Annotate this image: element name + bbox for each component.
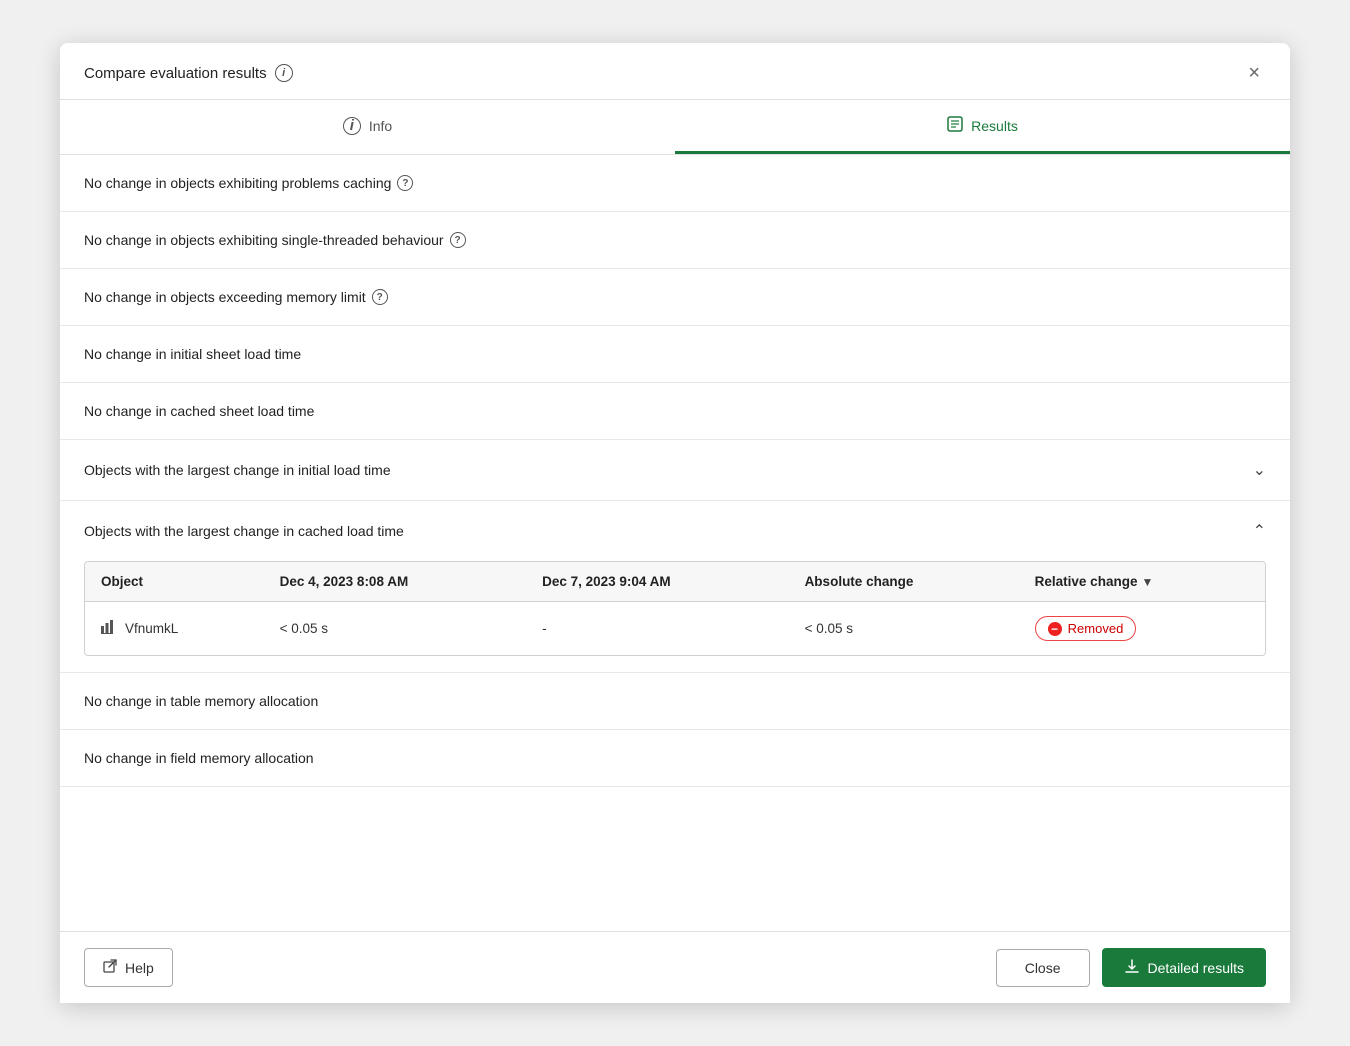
section-memory-limit[interactable]: No change in objects exceeding memory li…: [60, 269, 1290, 326]
sort-desc-icon: ▼: [1141, 575, 1153, 589]
tab-info[interactable]: i Info: [60, 100, 675, 154]
cell-relative: Removed: [1019, 602, 1265, 656]
section-table-memory[interactable]: No change in table memory allocation: [60, 673, 1290, 730]
col-object: Object: [85, 562, 264, 602]
help-icon-memory-limit[interactable]: ?: [372, 289, 388, 305]
dialog-header: Compare evaluation results i ×: [60, 43, 1290, 100]
close-button[interactable]: Close: [996, 949, 1090, 987]
section-cached-load-text: No change in cached sheet load time: [84, 403, 314, 419]
results-tab-label: Results: [971, 118, 1018, 134]
info-tab-label: Info: [369, 118, 392, 134]
cell-absolute: < 0.05 s: [789, 602, 1019, 656]
section-largest-cached-header[interactable]: Objects with the largest change in cache…: [60, 501, 1290, 561]
close-icon[interactable]: ×: [1242, 61, 1266, 85]
title-text: Compare evaluation results: [84, 65, 267, 82]
chevron-up-icon: ⌃: [1253, 521, 1266, 541]
cell-object: VfnumkL: [85, 602, 264, 656]
section-memory-limit-text: No change in objects exceeding memory li…: [84, 289, 388, 305]
section-field-memory-text: No change in field memory allocation: [84, 750, 314, 766]
section-initial-load[interactable]: No change in initial sheet load time: [60, 326, 1290, 383]
col-date1: Dec 4, 2023 8:08 AM: [264, 562, 526, 602]
section-single-threaded[interactable]: No change in objects exhibiting single-t…: [60, 212, 1290, 269]
help-icon-caching[interactable]: ?: [397, 175, 413, 191]
download-icon: [1124, 958, 1140, 977]
col-relative[interactable]: Relative change ▼: [1019, 562, 1265, 602]
results-tab-icon: [947, 116, 963, 135]
chart-bar-icon: [101, 620, 117, 637]
section-largest-initial[interactable]: Objects with the largest change in initi…: [60, 440, 1290, 501]
section-problems-caching[interactable]: No change in objects exhibiting problems…: [60, 155, 1290, 212]
section-table-memory-text: No change in table memory allocation: [84, 693, 318, 709]
tab-results[interactable]: Results: [675, 100, 1290, 154]
col-absolute: Absolute change: [789, 562, 1019, 602]
cell-date1: < 0.05 s: [264, 602, 526, 656]
title-info-icon[interactable]: i: [275, 64, 293, 82]
section-initial-load-text: No change in initial sheet load time: [84, 346, 301, 362]
table-header-row: Object Dec 4, 2023 8:08 AM Dec 7, 2023 9…: [85, 562, 1265, 602]
detailed-results-button[interactable]: Detailed results: [1102, 948, 1267, 987]
info-tab-icon: i: [343, 117, 361, 135]
section-largest-cached-text: Objects with the largest change in cache…: [84, 523, 404, 539]
removed-dot-icon: [1048, 622, 1062, 636]
cached-load-table: Object Dec 4, 2023 8:08 AM Dec 7, 2023 9…: [84, 561, 1266, 656]
help-icon-single-threaded[interactable]: ?: [450, 232, 466, 248]
section-field-memory[interactable]: No change in field memory allocation: [60, 730, 1290, 787]
section-cached-load[interactable]: No change in cached sheet load time: [60, 383, 1290, 440]
footer-actions: Close Detailed results: [996, 948, 1266, 987]
section-problems-caching-text: No change in objects exhibiting problems…: [84, 175, 413, 191]
dialog-footer: Help Close Detailed results: [60, 931, 1290, 1003]
section-single-threaded-text: No change in objects exhibiting single-t…: [84, 232, 466, 248]
help-button[interactable]: Help: [84, 948, 173, 987]
col-date2: Dec 7, 2023 9:04 AM: [526, 562, 788, 602]
removed-badge: Removed: [1035, 616, 1137, 641]
external-link-icon: [103, 959, 117, 976]
dialog-title: Compare evaluation results i: [84, 64, 293, 82]
table-row: VfnumkL < 0.05 s - < 0.05 s Removed: [85, 602, 1265, 656]
chevron-down-icon: ⌄: [1253, 460, 1266, 480]
content-area: No change in objects exhibiting problems…: [60, 155, 1290, 931]
section-largest-initial-text: Objects with the largest change in initi…: [84, 462, 391, 478]
compare-dialog: Compare evaluation results i × i Info Re…: [60, 43, 1290, 1003]
section-largest-cached: Objects with the largest change in cache…: [60, 501, 1290, 673]
tab-bar: i Info Results: [60, 100, 1290, 155]
cell-date2: -: [526, 602, 788, 656]
